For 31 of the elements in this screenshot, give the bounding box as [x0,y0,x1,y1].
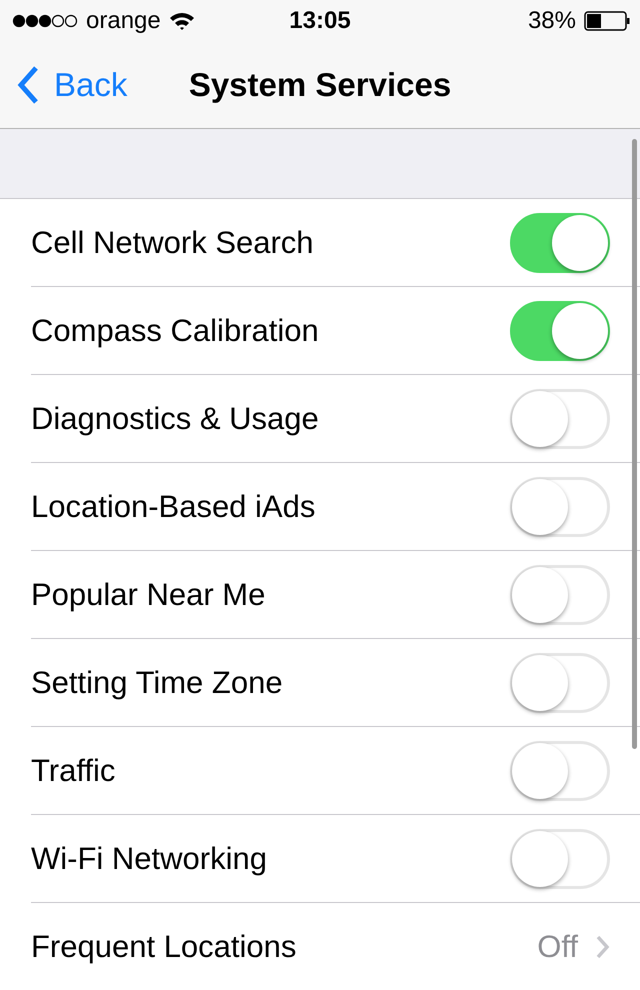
chevron-left-icon [16,65,40,105]
signal-icon [12,14,78,28]
battery-percent: 38% [528,7,576,35]
chevron-right-icon [596,934,610,958]
row-label: Popular Near Me [31,576,266,612]
row-label: Diagnostics & Usage [31,400,319,436]
settings-row[interactable]: Compass Calibration [31,287,640,375]
settings-row[interactable]: Cell Network Search [31,199,640,287]
wifi-icon [168,11,195,31]
settings-row[interactable]: Setting Time Zone [31,639,640,727]
row-label: Frequent Locations [31,928,296,964]
row-label: Compass Calibration [31,312,319,348]
back-button[interactable]: Back [0,65,128,105]
row-label: Location-Based iAds [31,488,316,524]
carrier-name: orange [86,7,161,35]
status-time: 13:05 [289,7,351,35]
row-value: Off [537,928,578,964]
settings-row[interactable]: Frequent Locations Off [31,903,640,990]
row-label: Traffic [31,752,116,788]
row-label: Cell Network Search [31,224,314,260]
settings-row[interactable]: Traffic [31,727,640,815]
settings-row[interactable]: Wi-Fi Networking [31,815,640,903]
battery-icon [584,11,630,31]
row-label: Wi-Fi Networking [31,840,267,876]
toggle-switch[interactable] [510,212,610,272]
row-label: Setting Time Zone [31,664,283,700]
settings-row[interactable]: Diagnostics & Usage [31,375,640,463]
toggle-switch[interactable] [510,300,610,360]
settings-row[interactable]: Location-Based iAds [31,463,640,551]
settings-row[interactable]: Popular Near Me [31,551,640,639]
nav-title: System Services [188,66,452,104]
